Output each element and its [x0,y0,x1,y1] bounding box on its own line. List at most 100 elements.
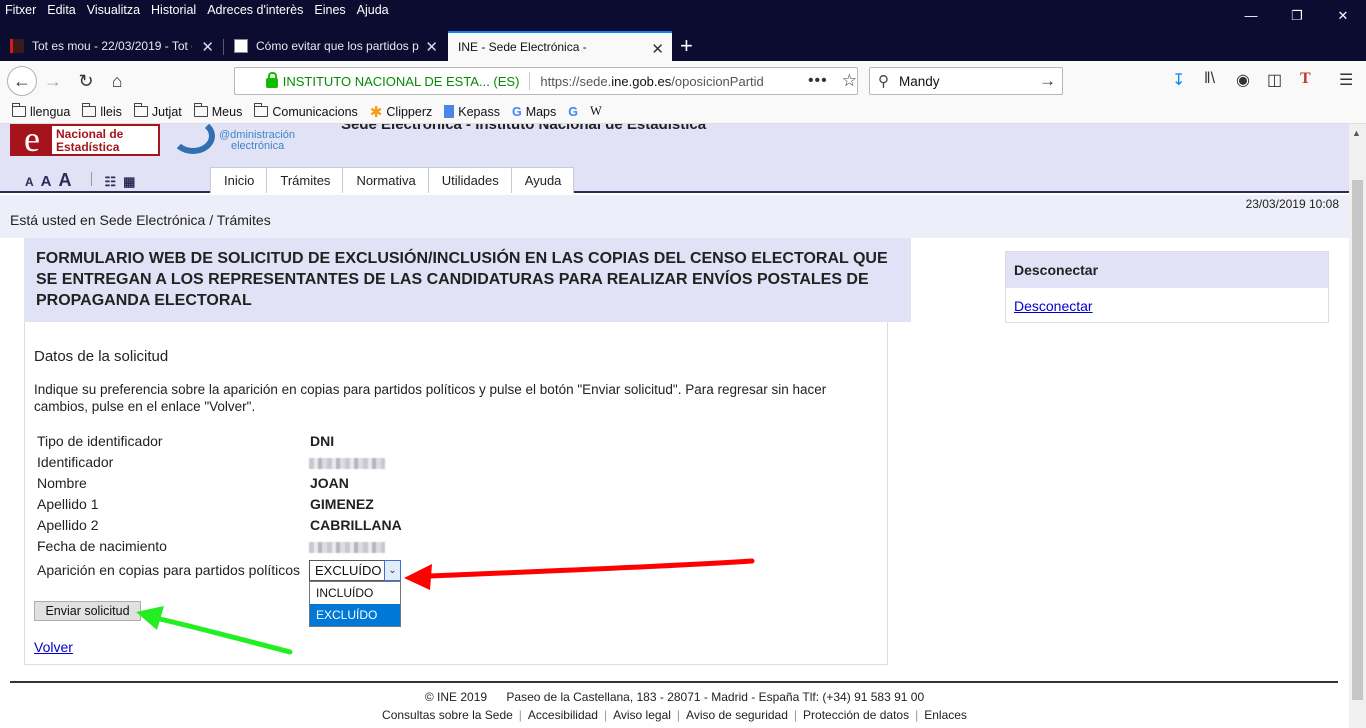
site-identity[interactable]: INSTITUTO NACIONAL DE ESTA... (ES) [283,74,520,89]
bookmark-folder-llengua[interactable]: llengua [12,103,70,119]
menu-edita[interactable]: Edita [47,3,76,17]
field-value-tipo-identificador: DNI [310,433,335,449]
abc-favicon-icon [234,39,248,53]
bookmark-folder-lleis[interactable]: lleis [82,103,122,119]
url-path: /oposicionPartid [671,73,764,89]
footer-links: Consultas sobre la Sede | Accesibilidad | Av… [0,708,1349,722]
footer-link-enlaces[interactable]: Enlaces [924,708,967,722]
bookmark-folder-jutjat[interactable]: Jutjat [133,103,182,119]
administracion-electronica-logo[interactable]: @dministración electrónica [171,124,311,156]
aparicion-select[interactable]: EXCLUÍDO ⌄ [309,560,401,581]
nav-normativa[interactable]: Normativa [342,167,429,193]
search-input[interactable]: Mandy [899,74,1039,89]
search-bar[interactable]: ⚲ Mandy → [869,67,1063,95]
site-title: Sede Electrónica - Instituto Nacional de… [341,124,707,133]
footer-divider [10,681,1338,683]
field-label-nombre: Nombre [37,475,87,491]
footer-link-aviso-legal[interactable]: Aviso legal [613,708,671,722]
menu-eines[interactable]: Eines [314,3,345,17]
reload-icon[interactable]: ↻ [73,68,99,94]
option-incluido[interactable]: INCLUÍDO [310,582,400,604]
desconectar-link[interactable]: Desconectar [1014,298,1093,314]
forward-arrow-icon[interactable]: → [40,68,66,94]
field-value-apellido-1: GIMENEZ [310,496,374,512]
library-icon[interactable]: ‖\ [1204,70,1215,88]
tab-ine-sede-active[interactable]: INE - Sede Electrónica - ✕ [448,31,672,61]
nav-utilidades[interactable]: Utilidades [427,167,512,193]
bookmark-star-icon[interactable]: ☆ [842,71,857,91]
sitemap-icon[interactable]: ☷ [105,174,117,190]
restore-icon[interactable]: ❐ [1274,0,1320,31]
document-icon [444,105,455,118]
bookmark-google[interactable]: G [568,105,578,119]
footer-link-proteccion-datos[interactable]: Protección de datos [803,708,909,722]
close-tab-icon[interactable]: ✕ [425,38,438,56]
calendar-icon[interactable]: ▦ [123,174,135,190]
menu-visualitza[interactable]: Visualitza [87,3,140,17]
url-text[interactable]: https://sede.ine.gob.es/oposicionPartid [540,74,800,89]
nav-inicio[interactable]: Inicio [210,167,268,193]
breadcrumb-root[interactable]: Está usted en Sede Electrónica [10,212,205,228]
bookmark-label: Clipperz [386,104,433,119]
footer-separator: | [915,708,919,722]
t-extension-icon[interactable]: T [1300,70,1311,88]
footer-link-consultas[interactable]: Consultas sobre la Sede [382,708,513,722]
close-tab-icon[interactable]: ✕ [651,40,664,58]
breadcrumb-separator: / [209,212,214,228]
back-arrow-icon[interactable]: ← [7,66,37,96]
page-scrollbar[interactable]: ▲ [1349,124,1366,728]
search-go-arrow-icon[interactable]: → [1039,71,1056,91]
volver-link[interactable]: Volver [34,639,73,655]
menu-bar: Fitxer Edita Visualitza Historial Adrece… [5,3,389,17]
aparicion-dropdown-list: INCLUÍDO EXCLUÍDO [309,581,401,627]
adm-logo-line2: electrónica [231,140,285,152]
bookmark-kepass[interactable]: Kepass [444,105,500,119]
home-icon[interactable]: ⌂ [104,68,130,94]
page-actions-icon[interactable]: ••• [808,72,828,90]
sidebar-icon[interactable]: ◫ [1267,70,1282,90]
option-excluido[interactable]: EXCLUÍDO [310,604,400,626]
page-viewport: e Nacional de Estadística @dministración… [0,124,1349,728]
address-bar[interactable]: INSTITUTO NACIONAL DE ESTA... (ES) https… [234,67,858,95]
new-tab-plus-icon[interactable]: + [680,33,693,59]
url-divider [529,72,531,90]
field-label-fecha-nacimiento: Fecha de nacimiento [37,538,167,554]
bookmark-label: Jutjat [151,104,182,119]
field-label-apellido-1: Apellido 1 [37,496,99,512]
nav-tramites[interactable]: Trámites [266,167,344,193]
enviar-solicitud-button[interactable]: Enviar solicitud [34,601,141,621]
extension-circle-icon[interactable]: ◉ [1236,70,1250,90]
font-medium-button[interactable]: A [41,173,52,190]
tab-tot-es-mou[interactable]: Tot es mou - 22/03/2019 - Tot e ✕ [0,31,222,61]
footer-copyright: © INE 2019 [424,690,488,704]
download-icon[interactable]: ↧ [1172,70,1185,90]
menu-historial[interactable]: Historial [151,3,196,17]
navigation-toolbar: ← → ↻ ⌂ INSTITUTO NACIONAL DE ESTA... (E… [0,61,1366,100]
bookmarks-toolbar: llengua lleis Jutjat Meus Comunicacions … [0,100,1366,124]
tab-como-evitar[interactable]: Cómo evitar que los partidos p ✕ [224,31,446,61]
minimize-icon[interactable]: — [1228,0,1274,31]
tab-label: Tot es mou - 22/03/2019 - Tot e [32,39,192,53]
menu-ajuda[interactable]: Ajuda [357,3,389,17]
bookmark-maps[interactable]: G Maps [512,105,556,119]
nav-ayuda[interactable]: Ayuda [510,167,575,193]
close-window-icon[interactable]: ✕ [1320,0,1366,31]
menu-fitxer[interactable]: Fitxer [5,3,36,17]
font-large-button[interactable]: A [59,170,72,191]
ine-logo[interactable]: e Nacional de Estadística [10,124,160,157]
bookmark-label: Meus [211,104,243,119]
hamburger-menu-icon[interactable]: ☰ [1339,70,1353,90]
bookmark-folder-comunicacions[interactable]: Comunicacions [254,103,358,119]
close-tab-icon[interactable]: ✕ [201,38,214,56]
bookmark-w[interactable]: W [590,104,602,119]
footer-link-aviso-seguridad[interactable]: Aviso de seguridad [686,708,788,722]
bookmark-folder-meus[interactable]: Meus [193,103,243,119]
search-icon: ⚲ [878,73,889,90]
font-small-button[interactable]: A [25,175,34,189]
scroll-up-icon[interactable]: ▲ [1352,128,1361,138]
chevron-down-icon[interactable]: ⌄ [384,560,401,581]
bookmark-clipperz[interactable]: ✱ Clipperz [370,103,432,121]
scrollbar-thumb[interactable] [1352,180,1363,700]
menu-adreces[interactable]: Adreces d'interès [207,3,303,17]
footer-link-accesibilidad[interactable]: Accesibilidad [528,708,598,722]
